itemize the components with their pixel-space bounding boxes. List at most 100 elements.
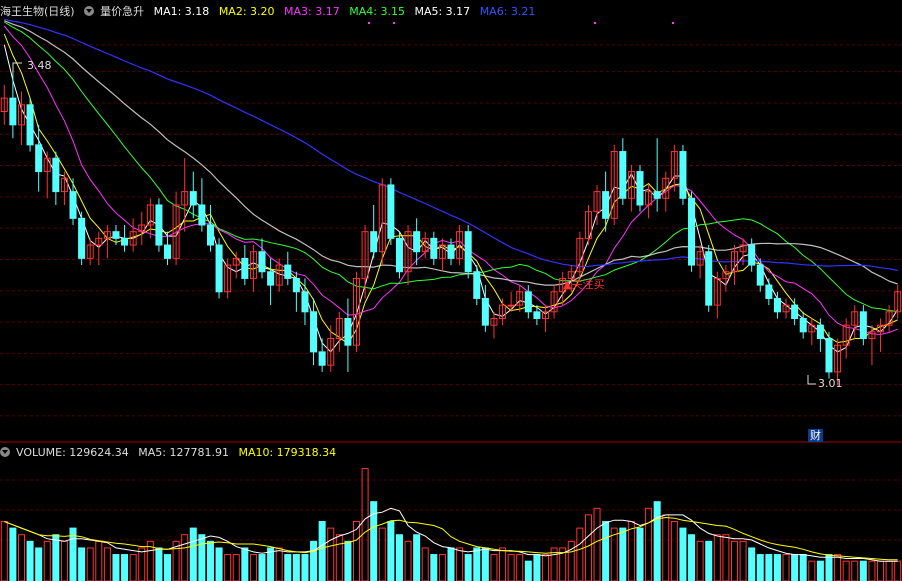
signal-dots [368, 22, 674, 24]
finance-badge[interactable]: 财 [808, 429, 823, 442]
volume-bar [868, 560, 876, 581]
volume-bar [17, 534, 25, 581]
volume-bar [335, 534, 343, 581]
volume-bar [533, 554, 541, 581]
candle-body [825, 338, 833, 373]
indicator-dropdown-icon[interactable] [84, 6, 95, 16]
moving-average-lines [3, 18, 899, 353]
candle-body [112, 231, 120, 239]
volume-bar [447, 547, 455, 581]
volume-bar [885, 560, 893, 581]
volume-bar [241, 547, 249, 581]
volume-bar [26, 540, 34, 581]
candle-body [344, 317, 352, 346]
volume-bar [610, 527, 618, 581]
volume-bar [464, 554, 472, 581]
volume-bar [387, 521, 395, 581]
volume-bar [232, 554, 240, 581]
volume-bar [164, 554, 172, 581]
candle-body [619, 151, 627, 199]
candle-body [69, 191, 77, 219]
volume-bar [816, 560, 824, 581]
candle-body [267, 271, 275, 286]
volume-bar [636, 527, 644, 581]
candle-body [464, 231, 472, 273]
volume-bar [773, 554, 781, 581]
candle-body [258, 251, 266, 273]
volume-bar [224, 554, 232, 581]
candle-body [816, 324, 824, 340]
volume-bar [60, 540, 68, 581]
volume-bar [490, 554, 498, 581]
volume-bar [292, 554, 300, 581]
candle-body [765, 284, 773, 299]
volume-bar [584, 514, 592, 581]
candle-body [318, 351, 326, 366]
volume-dropdown-icon[interactable] [0, 447, 10, 457]
buy-signal-label: ▲关注买 [563, 278, 605, 291]
signal-dot [393, 22, 395, 24]
volume-bar [516, 554, 524, 581]
volume-bar [78, 547, 86, 581]
volume-bar [189, 527, 197, 581]
kline-chart[interactable]: 3.48 3.01 [0, 0, 902, 581]
volume-bar [842, 560, 850, 581]
volume-bar [696, 540, 704, 581]
candle-body [773, 297, 781, 313]
volume-bar [344, 540, 352, 581]
volume-ma5-value: MA5: 127781.91 [138, 446, 229, 459]
candle-body [799, 317, 807, 333]
signal-dot [594, 22, 596, 24]
ma2-value: MA2: 3.20 [218, 5, 275, 18]
price-panel-header: 海王生物(日线) 量价急升 MA1: 3.18 MA2: 3.20 MA3: 3… [0, 4, 541, 20]
volume-bar [103, 547, 111, 581]
candle-body [636, 171, 644, 206]
volume-bar [473, 547, 481, 581]
volume-panel-header: VOLUME: 129624.34 MA5: 127781.91 MA10: 1… [0, 445, 342, 461]
candle-body [688, 197, 696, 266]
candle-body [387, 184, 395, 239]
candle-body [370, 231, 378, 253]
high-price-label: 3.48 [27, 59, 52, 72]
ma-line [3, 25, 898, 336]
volume-bar [602, 521, 610, 581]
volume-bar [653, 501, 661, 581]
indicator-name[interactable]: 量价急升 [100, 5, 144, 18]
volume-bar [430, 554, 438, 581]
volume-bar [713, 534, 721, 581]
ma5-value: MA5: 3.17 [414, 5, 471, 18]
volume-bar [86, 547, 94, 581]
volume-bar [52, 534, 60, 581]
candle-body [791, 304, 799, 319]
candle-body [198, 204, 206, 226]
volume-bar [499, 547, 507, 581]
low-marker [807, 375, 816, 385]
ma6-value: MA6: 3.21 [479, 5, 536, 18]
volume-bar [627, 521, 635, 581]
candle-body [121, 237, 129, 246]
volume-bar [198, 534, 206, 581]
volume-bar [748, 547, 756, 581]
candle-body [705, 251, 713, 306]
volume-bar [138, 547, 146, 581]
volume-bar [705, 540, 713, 581]
volume-bar [301, 554, 309, 581]
candle-body [473, 271, 481, 299]
ma3-value: MA3: 3.17 [284, 5, 340, 18]
volume-bars [0, 468, 902, 581]
volume-bar [688, 534, 696, 581]
volume-bar [121, 554, 129, 581]
volume-bar [593, 507, 601, 581]
signal-dot [368, 22, 370, 24]
volume-bar [567, 540, 575, 581]
volume-bar [327, 527, 335, 581]
volume-bar [95, 540, 103, 581]
candle-body [679, 151, 687, 199]
ma4-value: MA4: 3.15 [349, 5, 405, 18]
volume-bar [834, 554, 842, 581]
volume-bar [0, 521, 8, 581]
volume-bar [791, 554, 799, 581]
volume-bar [112, 554, 120, 581]
volume-bar [249, 554, 257, 581]
stock-name[interactable]: 海王生物(日线) [0, 5, 75, 18]
